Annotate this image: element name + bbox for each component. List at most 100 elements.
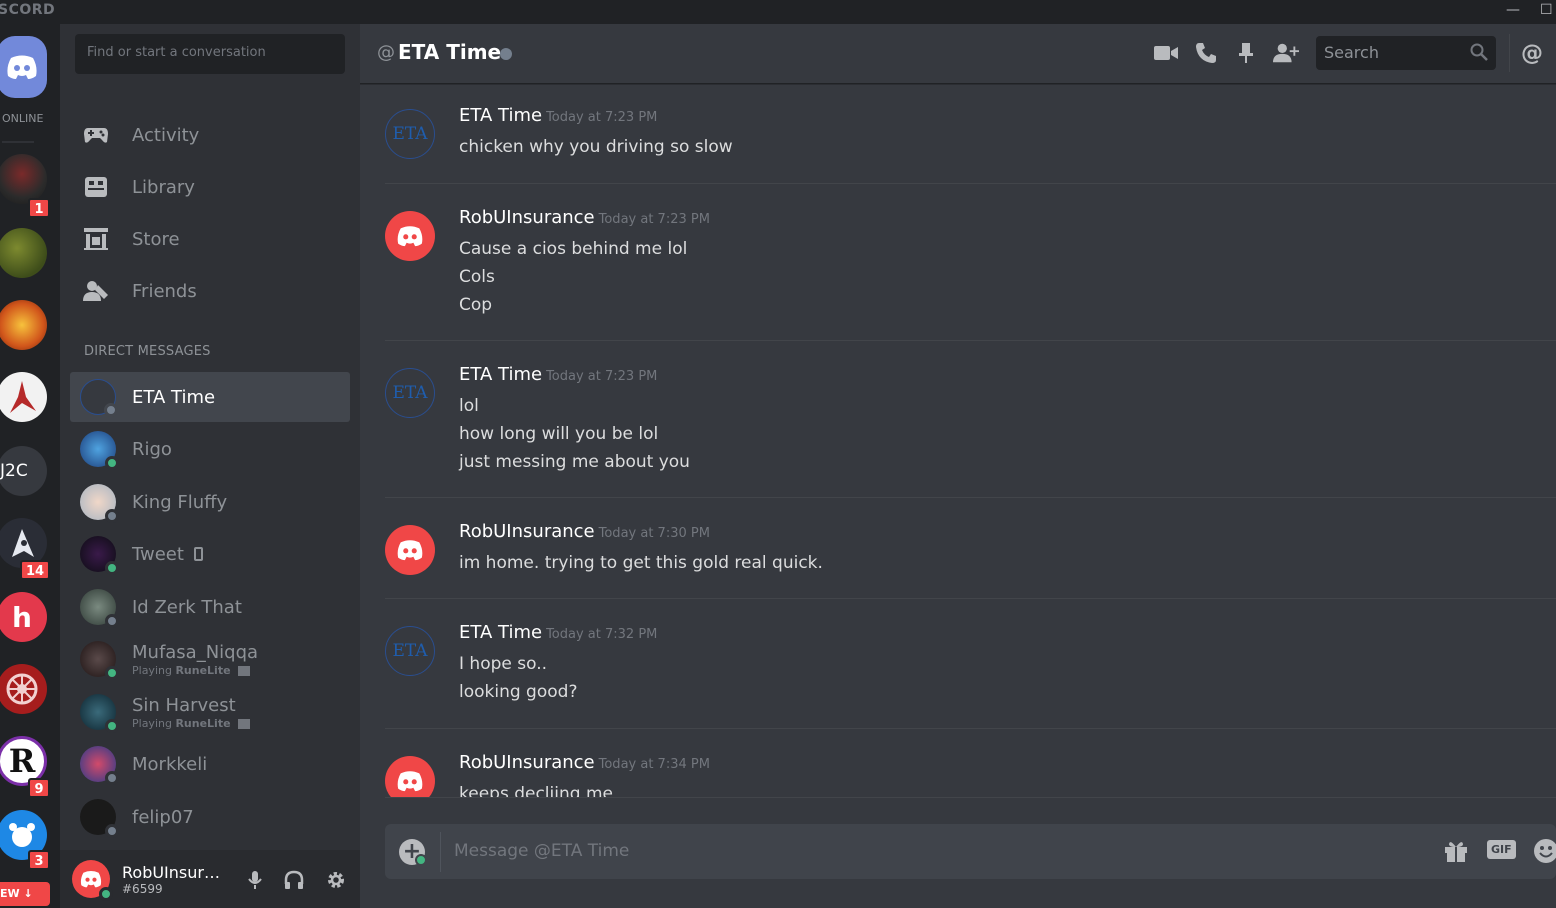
nav-store[interactable]: Store: [70, 218, 350, 260]
dm-name: Sin Harvest: [132, 694, 236, 716]
server-list: ONLINE 1 J2C 14 h R 9 3 EW ↓: [0, 24, 60, 908]
message-text: I hope so..: [459, 654, 548, 674]
message-text: looking good?: [459, 682, 578, 702]
username: RobUInsura...: [122, 862, 222, 882]
unread-badge: 1: [28, 198, 50, 218]
message-text: just messing me about you: [459, 452, 690, 472]
guild-separator: [2, 141, 34, 143]
message-divider: [385, 598, 1556, 599]
search-placeholder: Search: [1324, 43, 1379, 62]
unread-badge: 9: [28, 778, 50, 798]
message-text: Cop: [459, 295, 493, 315]
dm-item-rigo[interactable]: Rigo: [70, 424, 350, 474]
letter-r-icon: R: [8, 742, 36, 780]
friends-icon: [82, 277, 110, 305]
dm-item-felip07[interactable]: felip07: [70, 792, 350, 842]
message-author[interactable]: RobUInsurance: [459, 752, 595, 773]
author-avatar[interactable]: [385, 211, 435, 261]
new-unreads-button[interactable]: EW ↓: [0, 882, 50, 906]
dm-item-id-zerk-that[interactable]: Id Zerk That: [70, 582, 350, 632]
dm-item-mufasa-niqqa[interactable]: Mufasa_Niqqa Playing RuneLite: [70, 634, 350, 684]
dm-item-tweet[interactable]: Tweet: [70, 529, 350, 579]
header-divider: [1509, 34, 1510, 72]
find-conversation-input[interactable]: Find or start a conversation: [75, 34, 345, 74]
server-icon[interactable]: [0, 228, 47, 278]
video-call-icon[interactable]: [1153, 40, 1179, 66]
rich-presence-icon: [238, 665, 251, 676]
discord-logo-icon: [397, 226, 423, 247]
message-author[interactable]: ETA Time: [459, 622, 542, 643]
user-avatar[interactable]: [72, 860, 113, 901]
at-icon: @: [377, 42, 395, 63]
chat-title: ETA Time: [398, 40, 502, 64]
message-text: how long will you be lol: [459, 424, 659, 444]
minimize-button[interactable]: —: [1506, 2, 1520, 18]
unread-badge: 14: [20, 560, 51, 580]
dm-name: ETA Time: [132, 386, 216, 408]
emoji-icon[interactable]: [1533, 838, 1556, 868]
discord-logo-icon: [80, 871, 102, 888]
paw-icon: [9, 823, 35, 847]
author-avatar[interactable]: ETA: [385, 626, 435, 676]
server-icon[interactable]: [0, 154, 47, 204]
add-friend-icon[interactable]: [1273, 40, 1299, 66]
message-author[interactable]: RobUInsurance: [459, 521, 595, 542]
gift-icon[interactable]: [1443, 838, 1469, 868]
message-divider: [385, 728, 1556, 729]
pin-icon[interactable]: [1233, 40, 1259, 66]
home-button[interactable]: [0, 36, 47, 98]
nav-label: Activity: [132, 124, 200, 146]
author-avatar[interactable]: [385, 525, 435, 575]
voice-call-icon[interactable]: [1193, 40, 1219, 66]
dm-item-morkkeli[interactable]: Morkkeli: [70, 739, 350, 789]
headphones-icon[interactable]: [284, 870, 304, 894]
message-author[interactable]: ETA Time: [459, 364, 542, 385]
server-icon[interactable]: [0, 664, 47, 714]
avatar: [80, 799, 119, 838]
upload-badge-icon: [415, 854, 427, 866]
message-input[interactable]: Message @ETA Time: [454, 841, 629, 861]
microphone-icon[interactable]: [248, 870, 262, 894]
avatar: [80, 641, 119, 680]
mobile-icon: [193, 547, 203, 561]
avatar: [80, 746, 119, 785]
composer-divider: [385, 797, 1556, 798]
message-timestamp: Today at 7:34 PM: [598, 757, 710, 772]
status-indicator: [105, 456, 119, 470]
message-list: ETA ETA Time Today at 7:23 PM chicken why…: [360, 85, 1556, 798]
avatar: [80, 431, 119, 470]
search-input[interactable]: Search: [1316, 36, 1496, 70]
author-avatar[interactable]: [385, 756, 435, 798]
avatar: [80, 589, 119, 628]
dm-item-king-fluffy[interactable]: King Fluffy: [70, 477, 350, 527]
message-author[interactable]: RobUInsurance: [459, 207, 595, 228]
message-divider: [385, 183, 1556, 184]
server-icon-j2c[interactable]: J2C: [0, 446, 47, 496]
unread-badge: 3: [28, 850, 50, 870]
server-icon[interactable]: [0, 372, 47, 422]
rich-presence-icon: [238, 718, 251, 729]
nav-library[interactable]: Library: [70, 166, 350, 208]
server-icon[interactable]: h: [0, 592, 47, 642]
discord-logo-icon: [397, 771, 423, 792]
message-text: im home. trying to get this gold real qu…: [459, 553, 823, 573]
author-avatar[interactable]: ETA: [385, 109, 435, 159]
maximize-button[interactable]: ☐: [1540, 2, 1553, 18]
settings-gear-icon[interactable]: [326, 870, 346, 894]
gif-button[interactable]: GIF: [1487, 840, 1516, 859]
author-avatar[interactable]: ETA: [385, 368, 435, 418]
server-icon[interactable]: [0, 300, 47, 350]
dm-item-sin-harvest[interactable]: Sin Harvest Playing RuneLite: [70, 687, 350, 737]
nav-activity[interactable]: Activity: [70, 114, 350, 156]
dm-item-eta-time[interactable]: ETA Time: [70, 372, 350, 422]
message-text: Cols: [459, 267, 495, 287]
store-icon: [82, 225, 110, 253]
message-author[interactable]: ETA Time: [459, 105, 542, 126]
mentions-icon[interactable]: @: [1519, 40, 1545, 66]
direct-messages-header: DIRECT MESSAGES: [84, 344, 211, 359]
nav-label: Library: [132, 176, 195, 198]
chat-area: @ ETA Time Search @ ETA ETA Time Today at…: [360, 24, 1556, 908]
nav-friends[interactable]: Friends: [70, 270, 350, 312]
message-text: Cause a cios behind me lol: [459, 239, 688, 259]
status-indicator: [105, 824, 119, 838]
